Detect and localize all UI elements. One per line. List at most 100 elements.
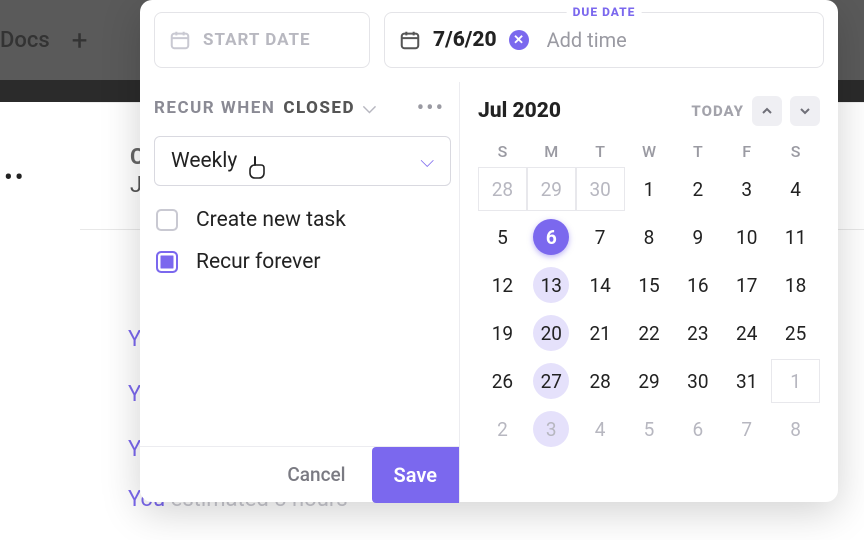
calendar-day[interactable]: 30 [673,359,722,403]
day-number: 17 [736,274,757,297]
ellipsis-icon[interactable]: •• [4,163,26,193]
day-number: 2 [693,178,704,201]
day-number: 28 [589,370,610,393]
day-number: 5 [644,418,655,441]
calendar-day[interactable]: 15 [625,263,674,307]
clear-due-date-button[interactable]: ✕ [509,30,529,50]
calendar-day[interactable]: 28 [478,167,527,211]
day-number: 29 [638,370,659,393]
frequency-select[interactable]: Weekly ⌵ [154,136,451,186]
calendar-day[interactable]: 25 [771,311,820,355]
calendar-day[interactable]: 18 [771,263,820,307]
calendar-day[interactable]: 16 [673,263,722,307]
dow-label: S [771,142,820,161]
calendar-day[interactable]: 22 [625,311,674,355]
checkbox[interactable] [156,209,178,231]
calendar-day[interactable]: 29 [527,167,576,211]
calendar-day[interactable]: 1 [625,167,674,211]
dow-label: T [673,142,722,161]
day-number: 27 [533,363,569,399]
dow-label: M [527,142,576,161]
chevron-down-icon: ⌵ [363,98,377,118]
day-number: 30 [589,178,610,201]
day-number: 14 [589,274,610,297]
recur-pane: RECUR WHEN CLOSED ⌵ ••• Weekly ⌵ Create … [140,82,460,502]
day-number: 8 [644,226,655,249]
dow-label: S [478,142,527,161]
recur-header[interactable]: RECUR WHEN CLOSED ⌵ [154,98,451,118]
start-date-field[interactable]: START DATE [154,12,370,68]
option-create-new-task[interactable]: Create new task [156,208,451,232]
calendar-day[interactable]: 2 [478,407,527,451]
day-number: 31 [736,370,757,393]
calendar-day[interactable]: 24 [722,311,771,355]
calendar-day[interactable]: 4 [771,167,820,211]
day-number: 6 [693,418,704,441]
day-number: 6 [533,219,569,255]
calendar-day[interactable]: 19 [478,311,527,355]
calendar-day[interactable]: 12 [478,263,527,307]
calendar-day[interactable]: 20 [527,311,576,355]
day-number: 16 [687,274,708,297]
calendar-day[interactable]: 7 [722,407,771,451]
dow-label: T [576,142,625,161]
calendar-day[interactable]: 9 [673,215,722,259]
checkbox[interactable] [156,251,178,273]
option-label: Create new task [196,208,346,232]
calendar-day[interactable]: 5 [625,407,674,451]
cursor-icon [247,155,269,186]
calendar-day[interactable]: 30 [576,167,625,211]
modal-header: START DATE DUE DATE 7/6/20 ✕ Add time [140,0,838,82]
calendar-day[interactable]: 2 [673,167,722,211]
date-picker-modal: START DATE DUE DATE 7/6/20 ✕ Add time RE… [140,0,838,502]
today-button[interactable]: TODAY [691,102,744,120]
calendar-icon [399,29,421,51]
calendar-day[interactable]: 6 [527,215,576,259]
calendar-day[interactable]: 3 [527,407,576,451]
calendar-icon [169,29,191,51]
calendar-day[interactable]: 8 [625,215,674,259]
calendar-day[interactable]: 3 [722,167,771,211]
calendar-day[interactable]: 17 [722,263,771,307]
calendar-day[interactable]: 5 [478,215,527,259]
recur-when-label: RECUR WHEN [154,98,275,118]
calendar-day[interactable]: 7 [576,215,625,259]
day-number: 4 [790,178,801,201]
calendar-day[interactable]: 6 [673,407,722,451]
docs-tab[interactable]: Docs [0,28,64,53]
calendar-day[interactable]: 26 [478,359,527,403]
day-number: 3 [533,411,569,447]
calendar-day[interactable]: 14 [576,263,625,307]
calendar-controls: TODAY [691,96,820,126]
day-number: 13 [533,267,569,303]
calendar-day[interactable]: 28 [576,359,625,403]
calendar-day[interactable]: 23 [673,311,722,355]
day-of-week-row: S M T W T F S [478,142,820,161]
calendar-day[interactable]: 4 [576,407,625,451]
calendar-day[interactable]: 1 [771,359,820,403]
save-button[interactable]: Save [372,447,459,503]
calendar-day[interactable]: 31 [722,359,771,403]
calendar-day[interactable]: 29 [625,359,674,403]
dow-label: F [722,142,771,161]
prev-month-button[interactable] [752,96,782,126]
calendar-day[interactable]: 27 [527,359,576,403]
due-date-field[interactable]: DUE DATE 7/6/20 ✕ Add time [384,12,824,68]
chevron-down-icon: ⌵ [420,151,434,172]
add-time-button[interactable]: Add time [547,28,627,52]
day-number: 12 [492,274,513,297]
next-month-button[interactable] [790,96,820,126]
option-recur-forever[interactable]: Recur forever [156,250,451,274]
calendar-day[interactable]: 13 [527,263,576,307]
day-number: 2 [497,418,508,441]
cancel-button[interactable]: Cancel [271,455,361,494]
recur-state: CLOSED [283,98,355,118]
plus-icon[interactable]: + [72,24,88,57]
calendar-day[interactable]: 11 [771,215,820,259]
more-options-icon[interactable]: ••• [417,96,445,121]
calendar-day[interactable]: 10 [722,215,771,259]
day-number: 22 [638,322,659,345]
recur-options: Create new task Recur forever [154,208,451,274]
calendar-day[interactable]: 8 [771,407,820,451]
calendar-day[interactable]: 21 [576,311,625,355]
